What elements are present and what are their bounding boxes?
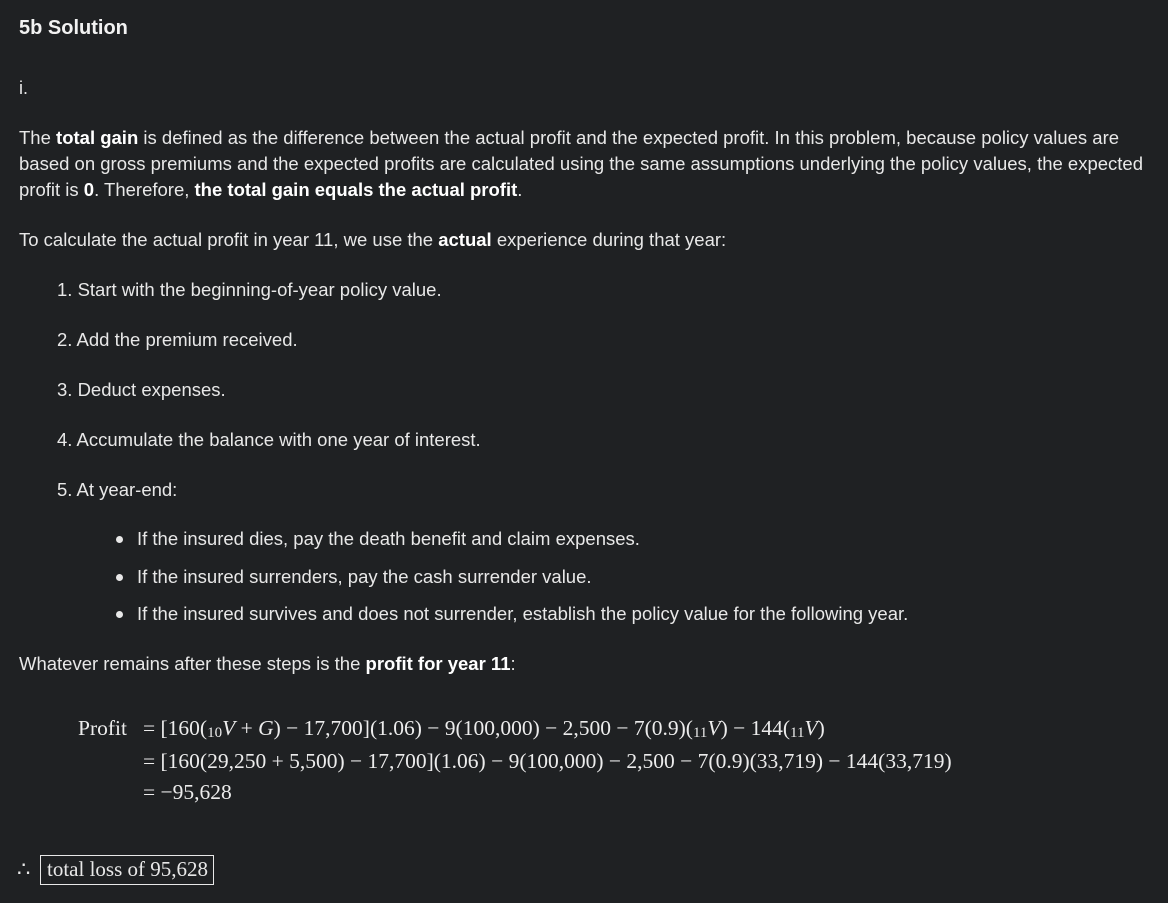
section-heading: 5b Solution [19, 17, 128, 39]
bold-zero: 0 [83, 179, 95, 200]
step-3: 3. Deduct expenses. [57, 379, 226, 400]
bullet-item: If the insured survives and does not sur… [113, 601, 908, 639]
calc-intro-paragraph: To calculate the actual profit in year 1… [19, 229, 727, 250]
bold-profit-year: profit for year 11 [365, 653, 511, 674]
bold-actual: actual [438, 229, 492, 250]
step-2: 2. Add the premium received. [57, 329, 298, 350]
equation-lhs: Profit [78, 716, 127, 740]
remainder-paragraph: Whatever remains after these steps is th… [19, 653, 516, 674]
equation-line-3: = −95,628 [143, 780, 232, 804]
step-1: 1. Start with the beginning-of-year poli… [57, 279, 442, 300]
bullet-item: If the insured dies, pay the death benef… [113, 526, 908, 564]
equation-line-2: = [160(29,250 + 5,500) − 17,700](1.06) −… [143, 749, 952, 773]
year-end-bullets: If the insured dies, pay the death benef… [113, 526, 908, 639]
step-5: 5. At year-end: [57, 479, 178, 500]
bold-total-gain: total gain [56, 127, 139, 148]
intro-paragraph: The total gain is defined as the differe… [19, 127, 1144, 200]
bullet-item: If the insured surrenders, pay the cash … [113, 564, 908, 602]
part-marker: i. [19, 78, 28, 98]
therefore-symbol: ∴ [17, 857, 31, 881]
boxed-answer: total loss of 95,628 [40, 855, 214, 885]
equation-line-1: = [160(10V + G) − 17,700](1.06) − 9(100,… [143, 716, 825, 741]
bold-conclusion: the total gain equals the actual profit [194, 179, 518, 200]
step-4: 4. Accumulate the balance with one year … [57, 429, 481, 450]
